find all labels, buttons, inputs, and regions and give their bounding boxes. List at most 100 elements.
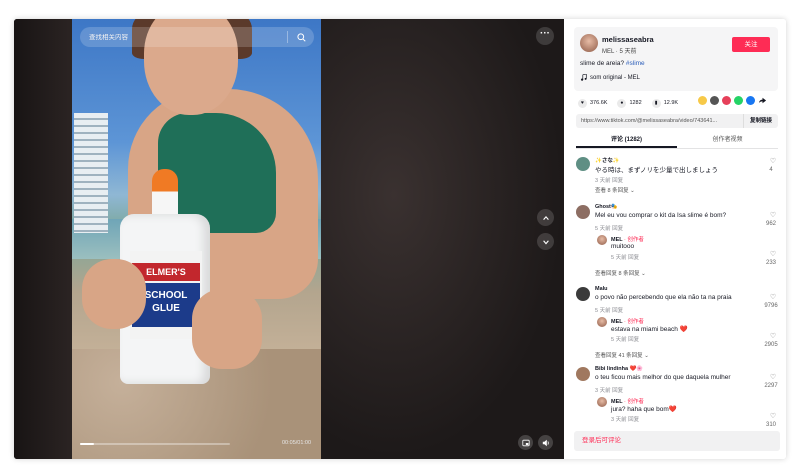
tab-comments[interactable]: 评论 (1282)	[576, 134, 677, 148]
video-search-box[interactable]	[80, 27, 314, 47]
video-player[interactable]: ELMER'S SCHOOLGLUE ··· 00:05/01:00	[14, 19, 564, 459]
reply-text: estava na miami beach ❤️	[611, 326, 688, 333]
author-name[interactable]: melissaseabra	[602, 35, 654, 44]
reply-meta[interactable]: 5 天前 回复	[611, 335, 639, 343]
picture-in-picture-button[interactable]	[518, 435, 533, 450]
view-replies-link[interactable]: 查看回复 8 条回复 ⌄	[595, 269, 646, 277]
comment-author[interactable]: ✨さな✨	[595, 156, 620, 164]
reply-text: jura? haha que bom❤️	[611, 406, 677, 413]
tab-creator-videos[interactable]: 创作者视频	[677, 134, 778, 148]
video-frame[interactable]: ELMER'S SCHOOL GLUE	[72, 19, 321, 459]
reply-meta[interactable]: 3 天前 回复	[611, 415, 639, 423]
previous-video-button[interactable]	[537, 209, 554, 226]
comment-meta[interactable]: 5 天前 回复	[595, 224, 623, 232]
reply-avatar[interactable]	[597, 397, 607, 407]
reply-like-count: 2905	[764, 342, 778, 348]
share-pinterest-icon[interactable]	[722, 96, 731, 105]
reply-heart-icon[interactable]: ♡	[766, 412, 780, 420]
video-progress-bar[interactable]	[80, 443, 230, 445]
comment-like-count: 2297	[764, 383, 778, 389]
author-meta: MEL · 5 天前	[602, 49, 637, 55]
follow-button[interactable]: 关注	[732, 37, 770, 52]
comment-avatar[interactable]	[576, 157, 590, 171]
login-to-comment-bar[interactable]: 登录后可评论	[574, 431, 780, 451]
chevron-down-icon	[542, 239, 549, 244]
comment-meta[interactable]: 5 天前 回复	[595, 306, 623, 314]
comment-avatar[interactable]	[576, 205, 590, 219]
reply-heart-icon[interactable]: ♡	[766, 332, 780, 340]
reply-author[interactable]: MEL · 创作者	[611, 317, 644, 325]
speaker-icon	[542, 439, 549, 446]
comment-author[interactable]: Ghost🎭	[595, 204, 618, 210]
comment-author[interactable]: Malu	[595, 286, 608, 292]
save-stat[interactable]: ▮ 12.9K	[651, 98, 678, 108]
video-link-row: https://www.tiktok.com/@melissaseabra/vi…	[576, 114, 778, 128]
description-text: slime de areia?	[580, 60, 626, 67]
reply-author[interactable]: MEL · 创作者	[611, 397, 644, 405]
share-friends-icon[interactable]	[698, 96, 707, 105]
music-note-icon	[580, 74, 587, 81]
comment-stat[interactable]: ● 1282	[617, 98, 642, 108]
video-backdrop-left	[14, 19, 72, 459]
heart-icon: ♥	[578, 98, 587, 108]
comment-avatar[interactable]	[576, 287, 590, 301]
comment-like-count: 4	[769, 167, 773, 173]
share-facebook-icon[interactable]	[746, 96, 755, 105]
comment-text: Mel eu vou comprar o kit da Isa slime é …	[595, 212, 727, 219]
share-arrow-icon[interactable]	[758, 96, 767, 105]
reply-meta[interactable]: 5 天前 回复	[611, 253, 639, 261]
video-scene-hand-right	[192, 289, 262, 369]
author-avatar[interactable]	[580, 34, 598, 52]
embed-icon[interactable]	[710, 96, 719, 105]
copy-link-button[interactable]: 复制链接	[742, 114, 778, 128]
reply-text: muitooo	[611, 243, 635, 250]
like-stat[interactable]: ♥ 376.6K	[578, 98, 608, 108]
chevron-up-icon	[542, 215, 549, 220]
reply-avatar[interactable]	[597, 317, 607, 327]
comment-bubble-icon: ●	[617, 98, 627, 108]
side-panel: melissaseabra MEL · 5 天前 关注 slime de are…	[564, 19, 786, 459]
comment-heart-icon[interactable]: ♡	[766, 211, 780, 219]
comment-list[interactable]: ✨さな✨ やる時は、まずノリを少量で出しましょう 3 天前 回复 查看 8 条回…	[574, 155, 780, 430]
pip-icon	[521, 439, 530, 446]
comment-text: やる時は、まずノリを少量で出しましょう	[595, 167, 719, 174]
comment-count: 1282	[629, 100, 642, 106]
next-video-button[interactable]	[537, 233, 554, 250]
comment-item: Malu o povo não percebendo que ela não t…	[574, 285, 780, 371]
comment-text: o povo não percebendo que ela não ta na …	[595, 294, 732, 301]
bookmark-icon: ▮	[651, 98, 661, 108]
comment-heart-icon[interactable]: ♡	[766, 157, 780, 165]
reply-avatar[interactable]	[597, 235, 607, 245]
comment-text: o teu ficou mais melhor do que daquela m…	[595, 374, 731, 381]
video-scene-bottle-cap	[152, 169, 178, 219]
video-url[interactable]: https://www.tiktok.com/@melissaseabra/vi…	[576, 118, 743, 124]
comment-heart-icon[interactable]: ♡	[766, 373, 780, 381]
comment-item: Ghost🎭 Mel eu vou comprar o kit da Isa s…	[574, 203, 780, 289]
share-whatsapp-icon[interactable]	[734, 96, 743, 105]
comment-author[interactable]: Bibi lindinha ❤️🌸	[595, 366, 643, 372]
like-count: 376.6K	[590, 100, 608, 106]
view-replies-link[interactable]: 查看 8 条回复 ⌄	[595, 186, 635, 194]
music-info[interactable]: som original - MEL	[580, 74, 640, 81]
hashtag-link[interactable]: #slime	[626, 60, 645, 67]
reply-author[interactable]: MEL · 创作者	[611, 235, 644, 243]
video-backdrop-right	[321, 19, 564, 459]
search-divider	[287, 31, 288, 43]
comment-meta[interactable]: 3 天前 回复	[595, 176, 623, 184]
reply-heart-icon[interactable]: ♡	[766, 250, 780, 258]
share-buttons	[698, 96, 767, 105]
comment-avatar[interactable]	[576, 367, 590, 381]
video-time: 00:05/01:00	[282, 440, 312, 446]
creator-reply: MEL · 创作者 estava na miami beach ❤️ 5 天前 …	[595, 316, 775, 346]
reply-like-count: 233	[765, 260, 776, 266]
comment-heart-icon[interactable]: ♡	[766, 293, 780, 301]
video-scene-building	[74, 113, 108, 233]
view-replies-link[interactable]: 查看回复 41 条回复 ⌄	[595, 351, 649, 359]
search-icon[interactable]	[294, 30, 308, 44]
volume-button[interactable]	[538, 435, 553, 450]
creator-reply: MEL · 创作者 muitooo 5 天前 回复	[595, 234, 775, 264]
author-card: melissaseabra MEL · 5 天前 关注 slime de are…	[574, 27, 778, 91]
comment-meta[interactable]: 3 天前 回复	[595, 386, 623, 394]
search-input[interactable]	[89, 33, 287, 41]
more-options-button[interactable]: ···	[536, 27, 554, 45]
